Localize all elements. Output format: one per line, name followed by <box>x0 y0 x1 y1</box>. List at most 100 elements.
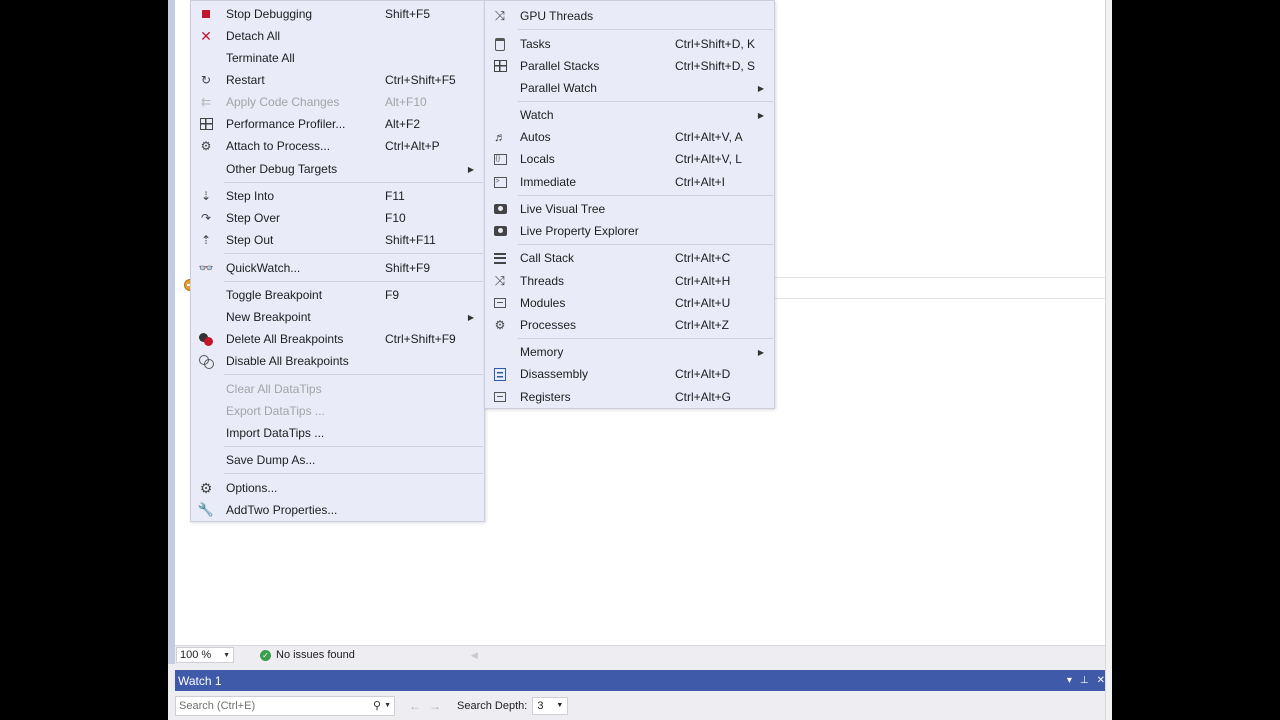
menu-item-disable-all-breakpoints[interactable]: Disable All Breakpoints <box>191 350 484 372</box>
menu-item-options[interactable]: ⚙ Options... <box>191 477 484 499</box>
pin-icon[interactable]: ⊥ <box>1080 675 1089 686</box>
menu-item-clear-all-datatips[interactable]: Clear All DataTips <box>191 378 484 400</box>
menu-item-memory[interactable]: Memory ▶ <box>485 341 774 363</box>
parallel-stacks-icon <box>492 58 508 74</box>
call-stack-icon <box>492 250 508 266</box>
menu-item-label: Live Property Explorer <box>520 224 639 238</box>
menu-item-parallel-watch[interactable]: Parallel Watch ▶ <box>485 77 774 99</box>
menu-item-registers[interactable]: Registers Ctrl+Alt+G <box>485 386 774 408</box>
menu-item-disassembly[interactable]: Disassembly Ctrl+Alt+D <box>485 363 774 385</box>
step-into-icon: ⇣ <box>200 189 212 203</box>
menu-item-restart[interactable]: ↻ Restart Ctrl+Shift+F5 <box>191 69 484 91</box>
menu-item-parallel-stacks[interactable]: Parallel Stacks Ctrl+Shift+D, S <box>485 55 774 77</box>
submenu-arrow-icon: ▶ <box>467 164 474 174</box>
menu-separator <box>224 473 483 474</box>
menu-item-label: Detach All <box>226 29 281 43</box>
restart-icon: ↻ <box>200 73 212 87</box>
issues-indicator[interactable]: ✓ No issues found <box>260 649 355 661</box>
back-arrow-icon[interactable]: ← <box>409 699 421 713</box>
menu-item-label: Export DataTips ... <box>226 404 325 418</box>
menu-separator <box>224 374 483 375</box>
menu-item-shortcut: Shift+F5 <box>385 7 431 21</box>
watch-window-title: Watch 1 <box>178 673 222 688</box>
menu-separator <box>518 338 773 339</box>
search-icon[interactable]: ⚲ <box>373 699 381 712</box>
menu-item-stop-debugging[interactable]: Stop Debugging Shift+F5 <box>191 3 484 25</box>
scroll-left-icon[interactable]: ◀ <box>471 650 478 661</box>
menu-item-processes[interactable]: ⚙ Processes Ctrl+Alt+Z <box>485 314 774 336</box>
menu-item-label: Tasks <box>520 37 551 51</box>
search-depth-dropdown[interactable]: 3 ▼ <box>532 696 569 715</box>
menu-item-modules[interactable]: Modules Ctrl+Alt+U <box>485 292 774 314</box>
menu-item-step-out[interactable]: ⇡ Step Out Shift+F11 <box>191 229 484 251</box>
autos-icon: ♬ <box>494 130 506 144</box>
menu-item-label: Step Into <box>226 189 275 203</box>
glasses-icon: 👓 <box>198 261 214 275</box>
menu-item-attach-to-process[interactable]: ⚙ Attach to Process... Ctrl+Alt+P <box>191 135 484 157</box>
menu-item-addtwo-properties[interactable]: 🔧 AddTwo Properties... <box>191 499 484 521</box>
menu-item-label: Terminate All <box>226 51 295 65</box>
menu-item-tasks[interactable]: Tasks Ctrl+Shift+D, K <box>485 33 774 55</box>
menu-item-save-dump-as[interactable]: Save Dump As... <box>191 449 484 471</box>
menu-item-immediate[interactable]: > Immediate Ctrl+Alt+I <box>485 171 774 193</box>
menu-item-label: Parallel Watch <box>520 81 597 95</box>
forward-arrow-icon[interactable]: → <box>429 699 441 713</box>
menu-item-step-over[interactable]: ↷ Step Over F10 <box>191 207 484 229</box>
menu-item-shortcut: Ctrl+Alt+Z <box>675 318 730 332</box>
menu-item-call-stack[interactable]: Call Stack Ctrl+Alt+C <box>485 247 774 269</box>
menu-item-shortcut: Ctrl+Alt+G <box>675 390 732 404</box>
menu-separator <box>224 281 483 282</box>
menu-item-detach-all[interactable]: ✕ Detach All <box>191 25 484 47</box>
menu-item-locals[interactable]: {} Locals Ctrl+Alt+V, L <box>485 148 774 170</box>
menu-item-quickwatch[interactable]: 👓 QuickWatch... Shift+F9 <box>191 257 484 279</box>
chevron-down-icon[interactable]: ▼ <box>384 702 391 709</box>
camera-icon <box>492 223 508 239</box>
close-icon[interactable]: ✕ <box>1097 675 1105 686</box>
menu-item-other-debug-targets[interactable]: Other Debug Targets ▶ <box>191 158 484 180</box>
menu-item-delete-all-breakpoints[interactable]: Delete All Breakpoints Ctrl+Shift+F9 <box>191 328 484 350</box>
menu-item-performance-profiler[interactable]: Performance Profiler... Alt+F2 <box>191 113 484 135</box>
menu-item-label: Apply Code Changes <box>226 95 340 109</box>
zoom-dropdown[interactable]: 100 % ▼ <box>176 647 234 663</box>
menu-item-label: Immediate <box>520 175 577 189</box>
menu-item-watch[interactable]: Watch ▶ <box>485 104 774 126</box>
menu-item-label: Parallel Stacks <box>520 59 600 73</box>
menu-item-label: Import DataTips ... <box>226 426 325 440</box>
threads-icon: ⤨ <box>494 8 506 23</box>
menu-item-threads[interactable]: ⤨ Threads Ctrl+Alt+H <box>485 270 774 292</box>
menu-item-export-datatips[interactable]: Export DataTips ... <box>191 400 484 422</box>
menu-item-shortcut: Ctrl+Alt+H <box>675 274 731 288</box>
chevron-down-icon: ▼ <box>556 702 564 709</box>
watch-search-input[interactable]: Search (Ctrl+E) ⚲ ▼ <box>175 695 395 716</box>
menu-item-live-visual-tree[interactable]: Live Visual Tree <box>485 198 774 220</box>
menu-item-shortcut: Ctrl+Alt+I <box>675 175 726 189</box>
menu-separator <box>224 446 483 447</box>
menu-separator <box>518 244 773 245</box>
step-over-icon: ↷ <box>200 211 212 225</box>
menu-item-live-property-explorer[interactable]: Live Property Explorer <box>485 220 774 242</box>
camera-icon <box>492 201 508 217</box>
menu-item-label: AddTwo Properties... <box>226 503 338 517</box>
menu-item-new-breakpoint[interactable]: New Breakpoint ▶ <box>191 306 484 328</box>
menu-item-autos[interactable]: ♬ Autos Ctrl+Alt+V, A <box>485 126 774 148</box>
menu-item-toggle-breakpoint[interactable]: Toggle Breakpoint F9 <box>191 284 484 306</box>
window-options-icon[interactable]: ▾ <box>1067 675 1072 686</box>
menu-item-terminate-all[interactable]: Terminate All <box>191 47 484 69</box>
menu-item-label: Call Stack <box>520 251 575 265</box>
menu-item-label: Restart <box>226 73 265 87</box>
menu-item-import-datatips[interactable]: Import DataTips ... <box>191 422 484 444</box>
menu-item-label: Stop Debugging <box>226 7 313 21</box>
disassembly-icon <box>492 366 508 382</box>
menu-item-gpu-threads[interactable]: ⤨ GPU Threads <box>485 5 774 27</box>
menu-item-shortcut: Shift+F9 <box>385 261 431 275</box>
menu-item-step-into[interactable]: ⇣ Step Into F11 <box>191 185 484 207</box>
menu-item-shortcut: Ctrl+Shift+F9 <box>385 332 456 346</box>
menu-item-label: Delete All Breakpoints <box>226 332 344 346</box>
zoom-value: 100 % <box>180 649 212 661</box>
submenu-arrow-icon: ▶ <box>757 110 764 120</box>
menu-item-label: Autos <box>520 130 551 144</box>
watch-toolbar: Search (Ctrl+E) ⚲ ▼ ← → Search Depth: 3 … <box>175 691 1111 720</box>
watch-window-titlebar[interactable]: Watch 1 ▾ ⊥ ✕ <box>175 670 1111 691</box>
menu-item-apply-code-changes[interactable]: ⇇ Apply Code Changes Alt+F10 <box>191 91 484 113</box>
menu-item-shortcut: F9 <box>385 288 400 302</box>
